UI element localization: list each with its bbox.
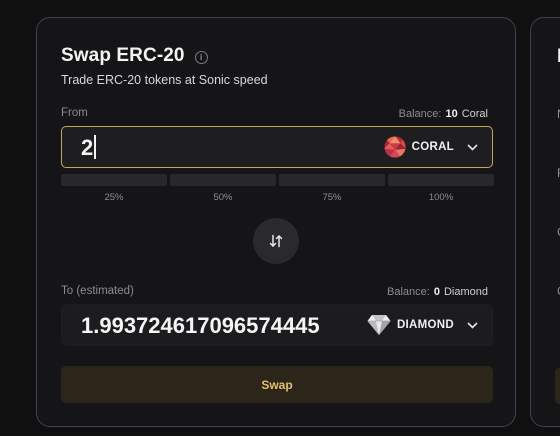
pct-bar-25[interactable] [61, 174, 167, 186]
pct-100[interactable]: 100% [388, 174, 494, 203]
swap-button[interactable]: Swap [61, 366, 493, 403]
pct-label-50: 50% [213, 192, 233, 203]
swap-page: Swap ERC-20 i Trade ERC-20 tokens at Son… [0, 0, 560, 436]
pct-25[interactable]: 25% [61, 174, 167, 203]
pct-50[interactable]: 50% [170, 174, 276, 203]
from-token-select[interactable]: CORAL [384, 136, 478, 158]
chevron-down-icon [467, 143, 478, 151]
to-amount-value: 1.993724617096574445 [81, 313, 320, 338]
pct-bar-50[interactable] [170, 174, 276, 186]
pct-75[interactable]: 75% [279, 174, 385, 203]
swap-title-row: Swap ERC-20 i [61, 45, 208, 67]
coral-token-icon [384, 136, 406, 158]
to-balance-label: Balance: [387, 286, 430, 298]
from-amount-field[interactable]: 2 CORAL [61, 126, 493, 168]
side-card-button[interactable] [555, 368, 560, 404]
info-icon[interactable]: i [194, 50, 208, 64]
diamond-token-icon [367, 315, 391, 335]
swap-card: Swap ERC-20 i Trade ERC-20 tokens at Son… [36, 17, 516, 427]
side-card: M N F C C [530, 17, 560, 427]
from-token-name: CORAL [411, 141, 454, 153]
to-balance: Balance: 0 Diamond [387, 286, 488, 298]
from-balance-token: Coral [461, 108, 488, 120]
to-balance-token: Diamond [443, 286, 488, 298]
from-balance-value: 10 [445, 108, 458, 120]
text-caret [94, 135, 96, 159]
to-amount-field[interactable]: 1.993724617096574445 DIAMOND [61, 304, 493, 346]
from-balance-label: Balance: [398, 108, 442, 120]
to-token-select[interactable]: DIAMOND [367, 314, 478, 336]
to-token-name: DIAMOND [396, 319, 454, 331]
from-balance: Balance: 10 Coral [399, 108, 488, 120]
swap-subtitle: Trade ERC-20 tokens at Sonic speed [61, 73, 268, 87]
to-label: To (estimated) [61, 285, 134, 297]
swap-direction-button[interactable] [253, 218, 299, 264]
from-amount-input[interactable]: 2 [81, 135, 96, 161]
from-amount-value: 2 [81, 135, 94, 160]
pct-label-75: 75% [322, 192, 342, 203]
from-label: From [61, 107, 88, 119]
pct-bar-100[interactable] [388, 174, 494, 186]
swap-title: Swap ERC-20 [61, 45, 185, 66]
to-balance-value: 0 [433, 286, 440, 298]
pct-label-100: 100% [428, 192, 454, 203]
swap-arrows-icon [269, 234, 283, 248]
pct-bar-75[interactable] [279, 174, 385, 186]
pct-label-25: 25% [104, 192, 124, 203]
percentage-selector: 25% 50% 75% 100% [61, 174, 494, 203]
chevron-down-icon [467, 321, 478, 329]
